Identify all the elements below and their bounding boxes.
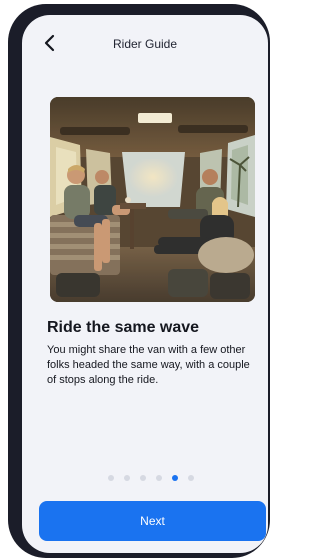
onboarding-headline: Ride the same wave: [47, 319, 200, 336]
next-button[interactable]: Next: [39, 501, 266, 541]
header: Rider Guide: [22, 15, 268, 65]
onboarding-description: You might share the van with a few other…: [47, 344, 250, 386]
page-dot-6[interactable]: [188, 475, 194, 481]
page-dot-1[interactable]: [108, 475, 114, 481]
page-dot-4[interactable]: [156, 475, 162, 481]
onboarding-screen: Rider Guide Ride the same wave You might…: [22, 15, 268, 553]
page-title: Rider Guide: [112, 37, 178, 51]
page-dot-5[interactable]: [172, 475, 178, 481]
page-dot-3[interactable]: [140, 475, 146, 481]
phone-frame: Rider Guide Ride the same wave You might…: [8, 4, 270, 558]
page-dot-2[interactable]: [124, 475, 130, 481]
hero-image: [50, 97, 255, 302]
